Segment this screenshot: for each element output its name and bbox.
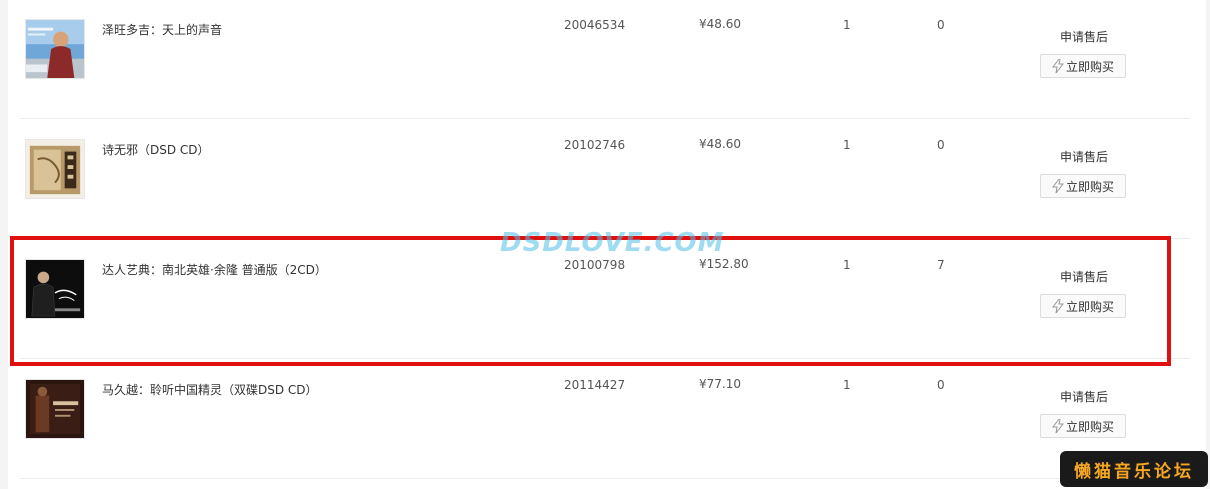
product-sku: 20100798 (564, 258, 626, 272)
lightning-icon (1051, 59, 1064, 73)
lightning-icon (1051, 419, 1064, 433)
product-price: ¥48.60 (699, 17, 741, 31)
product-name-link[interactable]: 泽旺多吉：天上的声音 (102, 21, 222, 38)
order-item-row: 泽旺多吉：天上的声音 20046534 ¥48.60 1 0 申请售后 立即购买 (0, 0, 1210, 120)
album-cover-calligraphy-icon[interactable] (25, 139, 85, 199)
buy-now-label: 立即购买 (1065, 179, 1114, 194)
buy-now-label: 立即购买 (1065, 59, 1114, 74)
product-name-link[interactable]: 马久越：聆听中国精灵（双碟DSD CD） (102, 381, 318, 398)
buy-now-label: 立即购买 (1065, 419, 1114, 434)
row-divider (20, 118, 1190, 119)
product-quantity: 1 (843, 258, 851, 272)
buy-now-label: 立即购买 (1065, 299, 1114, 314)
row-divider (20, 358, 1190, 359)
product-count: 0 (937, 378, 945, 392)
buy-now-button[interactable]: 立即购买 (1040, 174, 1126, 198)
product-name-link[interactable]: 诗无邪（DSD CD） (102, 141, 210, 158)
album-cover-china-icon[interactable] (25, 379, 85, 439)
after-sale-link[interactable]: 申请售后 (1060, 388, 1108, 405)
lightning-icon (1051, 299, 1064, 313)
product-quantity: 1 (843, 138, 851, 152)
buy-now-button[interactable]: 立即购买 (1040, 54, 1126, 78)
product-name-link[interactable]: 达人艺典：南北英雄·余隆 普通版（2CD） (102, 261, 327, 278)
lightning-icon (1051, 179, 1064, 193)
product-quantity: 1 (843, 18, 851, 32)
after-sale-link[interactable]: 申请售后 (1060, 268, 1108, 285)
product-price: ¥152.80 (699, 257, 749, 271)
buy-now-button[interactable]: 立即购买 (1040, 414, 1126, 438)
album-cover-singer-portrait-icon[interactable] (25, 19, 85, 79)
after-sale-link[interactable]: 申请售后 (1060, 148, 1108, 165)
product-count: 0 (937, 18, 945, 32)
product-count: 0 (937, 138, 945, 152)
row-divider (20, 478, 1190, 479)
product-quantity: 1 (843, 378, 851, 392)
album-cover-conductor-icon[interactable] (25, 259, 85, 319)
order-item-row: 达人艺典：南北英雄·余隆 普通版（2CD） 20100798 ¥152.80 1… (0, 240, 1210, 360)
forum-badge: 懒猫音乐论坛 (1060, 451, 1208, 487)
product-sku: 20102746 (564, 138, 626, 152)
product-count: 7 (937, 258, 945, 272)
buy-now-button[interactable]: 立即购买 (1040, 294, 1126, 318)
order-item-row: 诗无邪（DSD CD） 20102746 ¥48.60 1 0 申请售后 立即购… (0, 120, 1210, 240)
product-sku: 20046534 (564, 18, 626, 32)
product-price: ¥77.10 (699, 377, 741, 391)
watermark-text: DSDLOVE.COM (500, 228, 725, 258)
product-price: ¥48.60 (699, 137, 741, 151)
order-item-row: 马久越：聆听中国精灵（双碟DSD CD） 20114427 ¥77.10 1 0… (0, 360, 1210, 480)
after-sale-link[interactable]: 申请售后 (1060, 28, 1108, 45)
product-sku: 20114427 (564, 378, 626, 392)
order-items-page: 泽旺多吉：天上的声音 20046534 ¥48.60 1 0 申请售后 立即购买 (0, 0, 1210, 489)
